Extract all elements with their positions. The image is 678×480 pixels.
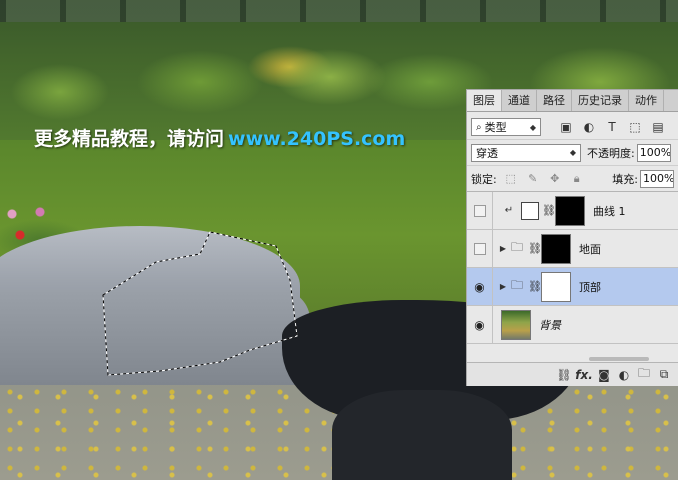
expand-triangle-icon[interactable]: ▶ bbox=[497, 282, 509, 291]
tutorial-watermark: 更多精品教程，请访问 www.240PS.com bbox=[34, 124, 405, 151]
layer-name[interactable]: 顶部 bbox=[579, 279, 601, 295]
lock-position-move-icon[interactable]: ✥ bbox=[547, 171, 563, 187]
clipping-arrow-icon: ↵ bbox=[504, 205, 514, 216]
watermark-chinese-text: 更多精品教程，请访问 bbox=[34, 128, 225, 150]
layer-thumbnail[interactable] bbox=[501, 309, 531, 340]
layer-mask-thumbnail[interactable] bbox=[541, 233, 571, 264]
layer-filter-value: 类型 bbox=[484, 121, 507, 134]
expand-triangle-icon[interactable]: ▶ bbox=[497, 244, 509, 253]
fx-icon[interactable]: fx. bbox=[574, 368, 594, 382]
shape-filter-icon[interactable]: ⬚ bbox=[626, 118, 644, 136]
hidden-visibility-box bbox=[473, 204, 486, 217]
opacity-label: 不透明度: bbox=[587, 146, 635, 160]
lock-all-icon[interactable]: 🔒︎ bbox=[569, 171, 585, 187]
filter-row: ⌕ 类型 ◆ ▣ ◐ T ⬚ ▤ bbox=[467, 115, 678, 139]
hidden-visibility-box bbox=[473, 242, 486, 255]
visibility-toggle[interactable] bbox=[467, 191, 493, 230]
layer-mask-thumbnail[interactable] bbox=[555, 195, 585, 226]
link-icon[interactable]: ⛓︎ bbox=[554, 368, 574, 382]
tab-paths[interactable]: 路径 bbox=[537, 90, 572, 111]
visibility-toggle[interactable]: ◉ bbox=[467, 267, 493, 306]
watermark-url: www.240PS.com bbox=[228, 128, 406, 150]
layer-row-top[interactable]: ◉ ▶ 🗀︎ ⛓︎ 顶部 bbox=[467, 267, 678, 306]
fill-label: 填充: bbox=[612, 172, 638, 186]
eye-icon: ◉ bbox=[474, 279, 485, 294]
layers-panel: 图层 通道 路径 历史记录 动作 ⌕ 类型 ◆ ▣ ◐ T ⬚ ▤ 穿透 ◆ 不… bbox=[466, 89, 678, 386]
layer-row-curves[interactable]: ↵ ⛓︎ 曲线 1 bbox=[467, 191, 678, 230]
layer-row-background[interactable]: ◉ 背景 bbox=[467, 305, 678, 344]
tab-layers[interactable]: 图层 bbox=[467, 90, 502, 111]
search-icon: ⌕ bbox=[476, 121, 482, 133]
type-filter-icon[interactable]: T bbox=[603, 118, 621, 136]
folder-icon: 🗀︎ bbox=[510, 278, 523, 292]
lock-row: 锁定: ⬚ ✎ ✥ 🔒︎ 填充: 100% bbox=[467, 165, 678, 191]
layer-row-ground[interactable]: ▶ 🗀︎ ⛓︎ 地面 bbox=[467, 229, 678, 268]
link-chain-icon[interactable]: ⛓︎ bbox=[528, 242, 542, 255]
adjustment-filter-icon[interactable]: ◐ bbox=[580, 118, 598, 136]
fill-input[interactable]: 100% bbox=[640, 169, 674, 188]
smart-object-filter-icon[interactable]: ▤ bbox=[649, 118, 667, 136]
opacity-input[interactable]: 100% bbox=[636, 143, 671, 162]
panel-scrollbar[interactable] bbox=[589, 357, 649, 361]
layers-list: ↵ ⛓︎ 曲线 1 ▶ 🗀︎ ⛓︎ 地面 ◉ ▶ 🗀︎ ⛓︎ 顶部 ◉ 背景 bbox=[467, 191, 678, 344]
lock-image-brush-icon[interactable]: ✎ bbox=[525, 171, 541, 187]
layer-name[interactable]: 曲线 1 bbox=[593, 203, 626, 219]
image-filter-icon[interactable]: ▣ bbox=[557, 118, 575, 136]
adjustment-icon[interactable]: ◐ bbox=[614, 368, 634, 382]
layer-mask-thumbnail[interactable] bbox=[541, 271, 571, 302]
tab-actions[interactable]: 动作 bbox=[629, 90, 664, 111]
link-chain-icon[interactable]: ⛓︎ bbox=[528, 280, 542, 293]
eye-icon: ◉ bbox=[474, 317, 485, 332]
layer-filter-select[interactable]: ⌕ 类型 ◆ bbox=[471, 118, 541, 136]
blend-mode-select[interactable]: 穿透 ◆ bbox=[471, 143, 581, 162]
panel-bottom-bar: ⛓︎ fx. ◙ ◐ 🗀︎ ⧉ bbox=[467, 362, 678, 386]
chevron-updown-icon: ◆ bbox=[569, 148, 576, 157]
visibility-toggle[interactable]: ◉ bbox=[467, 305, 493, 344]
mask-icon[interactable]: ◙ bbox=[594, 368, 614, 382]
tab-history[interactable]: 历史记录 bbox=[572, 90, 629, 111]
layer-name[interactable]: 背景 bbox=[539, 317, 561, 333]
link-chain-icon[interactable]: ⛓︎ bbox=[542, 204, 556, 217]
curves-adjustment-icon bbox=[521, 201, 539, 220]
visibility-toggle[interactable] bbox=[467, 229, 493, 268]
lock-transparent-icon[interactable]: ⬚ bbox=[503, 171, 519, 187]
chevron-updown-icon: ◆ bbox=[529, 122, 536, 132]
folder-icon: 🗀︎ bbox=[510, 240, 523, 254]
new-layer-icon[interactable]: ⧉ bbox=[654, 367, 674, 382]
lock-label: 锁定: bbox=[471, 172, 497, 186]
folder-icon[interactable]: 🗀︎ bbox=[634, 364, 654, 385]
blend-row: 穿透 ◆ 不透明度: 100% bbox=[467, 139, 678, 165]
tab-channels[interactable]: 通道 bbox=[502, 90, 537, 111]
panel-tabs: 图层 通道 路径 历史记录 动作 bbox=[467, 90, 678, 112]
blend-mode-value: 穿透 bbox=[476, 146, 498, 160]
layer-name[interactable]: 地面 bbox=[579, 241, 601, 257]
